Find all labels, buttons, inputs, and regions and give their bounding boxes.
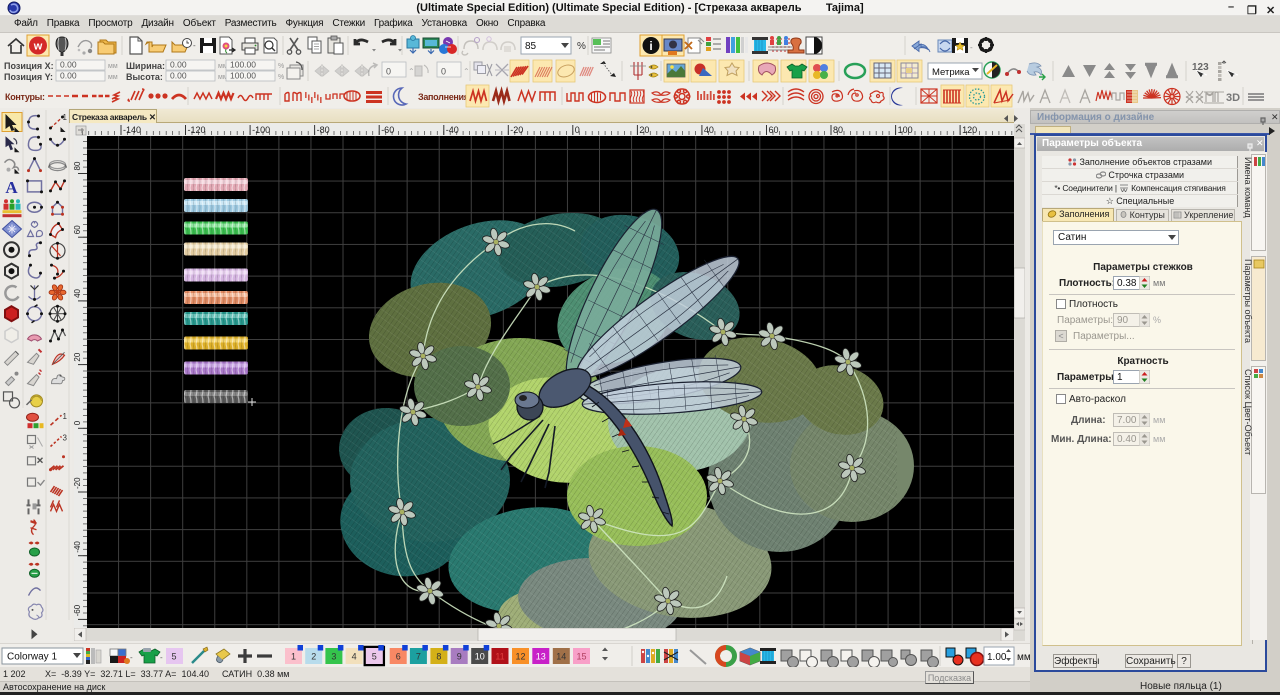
svg-text:3: 3 [331,652,336,662]
svg-text:-100: -100 [252,125,270,135]
svg-text:13: 13 [536,652,546,662]
svg-text:15: 15 [576,652,586,662]
svg-text:-: - [193,41,196,50]
svg-text:4: 4 [352,652,357,662]
svg-text:%: % [577,41,586,52]
svg-text:Метрика: Метрика [932,67,970,78]
svg-text:-40: -40 [446,125,459,135]
svg-text:Контуры:: Контуры: [5,92,45,102]
svg-text:-: - [160,653,163,662]
svg-text:20: 20 [639,125,649,135]
svg-text:100.00: 100.00 [230,60,256,70]
svg-text:0.00: 0.00 [170,60,187,70]
svg-text:9: 9 [457,652,462,662]
svg-text:5: 5 [372,652,377,662]
svg-text:60: 60 [74,225,82,234]
svg-text:⌃: ⌃ [463,67,470,76]
svg-text:8: 8 [436,652,441,662]
svg-text:10: 10 [475,652,485,662]
svg-text:40: 40 [74,288,82,297]
svg-text:%: % [278,63,284,70]
svg-text:1: 1 [291,652,296,662]
svg-text:-120: -120 [188,125,206,135]
svg-text:2: 2 [311,652,316,662]
svg-text:-140: -140 [123,125,141,135]
svg-text:мм: мм [108,63,118,70]
svg-text:80: 80 [74,161,82,170]
svg-text:-: - [130,653,133,662]
svg-text:мм: мм [1017,652,1031,663]
svg-text:85: 85 [525,41,537,52]
svg-text:-60: -60 [381,125,394,135]
svg-text:Позиция X:: Позиция X: [4,61,54,71]
svg-text:Colorway 1: Colorway 1 [7,652,57,663]
svg-text:3D: 3D [1226,92,1240,104]
svg-text:i: i [649,39,652,53]
svg-text:100.00: 100.00 [230,71,256,81]
svg-text:40: 40 [704,125,714,135]
svg-text:3: 3 [63,434,68,443]
svg-text:0: 0 [441,67,446,77]
svg-text:A: A [5,178,18,197]
svg-text:0.00: 0.00 [60,60,77,70]
svg-text:Заполнения:: Заполнения: [418,92,472,102]
svg-text:100: 100 [898,125,913,135]
svg-text:-20: -20 [74,477,82,489]
svg-text:5: 5 [171,652,176,662]
svg-text:60: 60 [769,125,779,135]
svg-text:-: - [970,43,973,52]
svg-text:Ширина:: Ширина: [126,61,165,71]
svg-text:мм: мм [108,74,118,81]
svg-text:Позиция Y:: Позиция Y: [4,72,53,82]
svg-text:0.00: 0.00 [170,71,187,81]
svg-text:-40: -40 [74,541,82,553]
svg-text:Высота:: Высота: [126,72,163,82]
svg-text:0: 0 [74,420,82,425]
svg-text:6: 6 [396,652,401,662]
svg-text:12: 12 [515,652,525,662]
svg-text:1.00: 1.00 [987,652,1007,663]
svg-text:-60: -60 [74,604,82,616]
svg-text:11: 11 [495,652,504,662]
svg-text:0: 0 [575,125,580,135]
svg-text:w: w [33,41,43,53]
svg-text:0.00: 0.00 [60,71,77,81]
svg-text:0: 0 [386,67,391,77]
svg-text:⌃: ⌃ [408,67,415,76]
svg-text:120: 120 [962,125,977,135]
svg-text:%: % [278,74,284,81]
svg-text:7: 7 [416,652,421,662]
svg-text:-80: -80 [317,125,330,135]
svg-text:20: 20 [74,352,82,361]
svg-text:80: 80 [833,125,843,135]
svg-text:123: 123 [1192,62,1209,73]
svg-text:1: 1 [63,412,68,421]
svg-text:14: 14 [556,652,566,662]
svg-text:-20: -20 [510,125,523,135]
